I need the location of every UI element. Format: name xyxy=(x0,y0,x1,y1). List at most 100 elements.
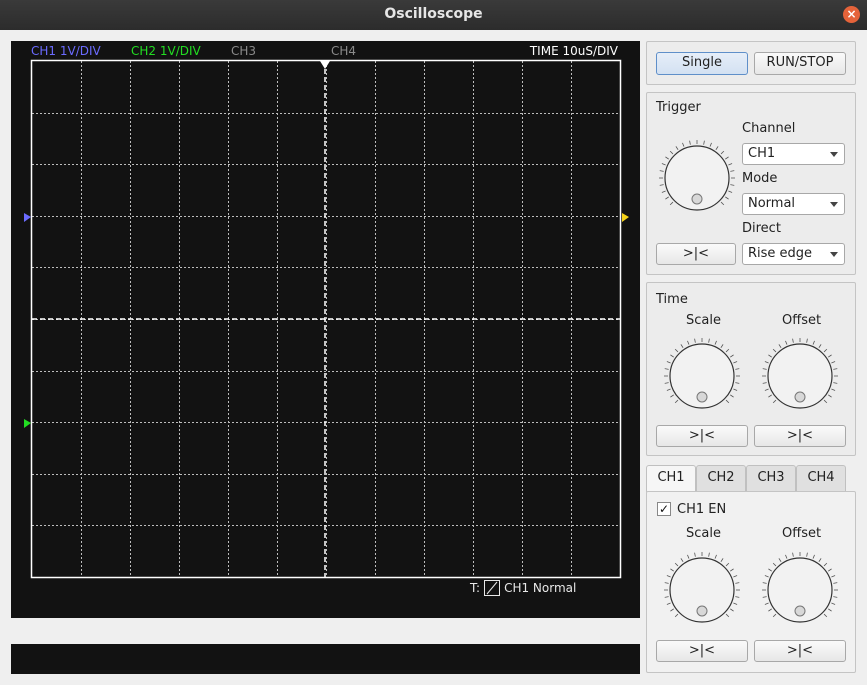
knob-tick xyxy=(687,340,690,345)
knob-tick xyxy=(818,344,822,348)
knob-tick xyxy=(792,552,794,557)
channel-offset-label: Offset xyxy=(782,526,822,541)
knob-tick xyxy=(831,575,836,578)
knob-tick xyxy=(828,568,832,572)
trigger-title: Trigger xyxy=(656,100,701,115)
time-title: Time xyxy=(656,292,688,307)
knob-tick xyxy=(764,602,769,605)
knob-tick xyxy=(682,142,685,147)
channel-enable-label: CH1 EN xyxy=(677,502,727,517)
trigger-panel: Trigger Channel CH1 Mode Normal Direct R… xyxy=(646,92,856,275)
ch2-level-marker xyxy=(24,419,31,428)
knob-tick xyxy=(730,184,735,186)
knob-tick xyxy=(687,554,690,559)
trigger-mode-select[interactable]: Normal xyxy=(742,193,845,215)
knob-tick xyxy=(666,361,671,364)
trigger-channel-select[interactable]: CH1 xyxy=(742,143,845,165)
knob-tick xyxy=(725,348,730,353)
knob-tick xyxy=(733,602,738,605)
knob-tick xyxy=(666,388,671,391)
trigger-center-button[interactable]: >|< xyxy=(656,243,736,265)
knob-tick xyxy=(730,608,734,612)
scope-grid xyxy=(24,59,629,579)
knob-tick xyxy=(730,568,734,572)
time-scale-label: Scale xyxy=(686,313,721,328)
channel-offset-reset-button[interactable]: >|< xyxy=(754,640,846,662)
trigger-direct-select[interactable]: Rise edge xyxy=(742,243,845,265)
knob-tick xyxy=(823,613,828,618)
trigger-level-knob[interactable] xyxy=(657,138,737,218)
tab-ch3[interactable]: CH3 xyxy=(746,465,796,491)
knob-tick xyxy=(680,558,684,562)
channel-scale-knob[interactable] xyxy=(662,550,742,630)
knob-tick xyxy=(806,338,808,343)
knob-tick xyxy=(833,382,838,384)
time-scale-reset-button[interactable]: >|< xyxy=(656,425,748,447)
trigger-channel-value: CH1 xyxy=(748,146,776,161)
window-titlebar: Oscilloscope × xyxy=(0,0,867,30)
time-scale-knob[interactable] xyxy=(662,336,742,416)
knob-tick xyxy=(720,344,724,348)
knob-tick xyxy=(730,170,735,172)
knob-tick xyxy=(694,552,696,557)
single-button[interactable]: Single xyxy=(656,52,748,75)
rise-edge-icon xyxy=(484,580,501,596)
status-bar xyxy=(11,644,640,674)
trigger-channel-label: Channel xyxy=(742,121,796,136)
knob-tick xyxy=(720,201,725,206)
tab-ch1[interactable]: CH1 xyxy=(646,465,696,492)
knob-tick xyxy=(714,554,717,559)
knob-tick xyxy=(665,156,669,160)
trigger-direct-value: Rise edge xyxy=(748,246,813,261)
chevron-down-icon xyxy=(830,202,838,207)
knob-tick xyxy=(730,394,734,398)
knob-tick xyxy=(823,399,828,404)
run-stop-button[interactable]: RUN/STOP xyxy=(754,52,846,75)
knob-tick xyxy=(823,562,828,567)
knob-indicator xyxy=(794,391,806,403)
knob-tick xyxy=(772,348,777,353)
window-title: Oscilloscope xyxy=(384,6,483,22)
knob-tick xyxy=(720,558,724,562)
knob-tick xyxy=(831,361,836,364)
knob-tick xyxy=(792,338,794,343)
channel-scale-reset-button[interactable]: >|< xyxy=(656,640,748,662)
knob-tick xyxy=(768,568,772,572)
tab-ch4[interactable]: CH4 xyxy=(796,465,846,491)
knob-tick xyxy=(764,388,769,391)
channel-offset-knob[interactable] xyxy=(760,550,840,630)
tab-ch2[interactable]: CH2 xyxy=(696,465,746,491)
knob-tick xyxy=(762,596,767,598)
knob-tick xyxy=(664,368,669,370)
ch1-level-marker xyxy=(24,213,31,222)
knob-tick xyxy=(659,170,664,172)
knob-tick xyxy=(733,361,738,364)
knob-tick xyxy=(823,348,828,353)
knob-tick xyxy=(674,562,679,567)
knob-indicator xyxy=(794,605,806,617)
knob-indicator xyxy=(696,391,708,403)
close-icon[interactable]: × xyxy=(843,6,860,23)
knob-tick xyxy=(785,554,788,559)
knob-tick xyxy=(669,201,674,206)
knob-tick xyxy=(818,558,822,562)
knob-tick xyxy=(768,394,772,398)
knob-tick xyxy=(735,596,740,598)
knob-tick xyxy=(714,340,717,345)
knob-tick xyxy=(728,190,733,193)
trigger-level-marker xyxy=(622,213,629,222)
trigger-status-text: CH1 Normal xyxy=(504,581,577,595)
knob-tick xyxy=(709,142,712,147)
channel-panel: ✓ CH1 EN Scale Offset >|< >|< xyxy=(646,491,856,673)
knob-tick xyxy=(762,382,767,384)
knob-tick xyxy=(670,394,674,398)
scope-display: CH1 1V/DIV CH2 1V/DIV CH3 CH4 TIME 10uS/… xyxy=(11,41,640,618)
time-offset-knob[interactable] xyxy=(760,336,840,416)
channel-enable-checkbox[interactable]: ✓ xyxy=(657,502,671,516)
knob-tick xyxy=(735,382,740,384)
knob-tick xyxy=(833,596,838,598)
time-offset-reset-button[interactable]: >|< xyxy=(754,425,846,447)
knob-tick xyxy=(725,399,730,404)
knob-tick xyxy=(828,354,832,358)
knob-tick xyxy=(664,596,669,598)
